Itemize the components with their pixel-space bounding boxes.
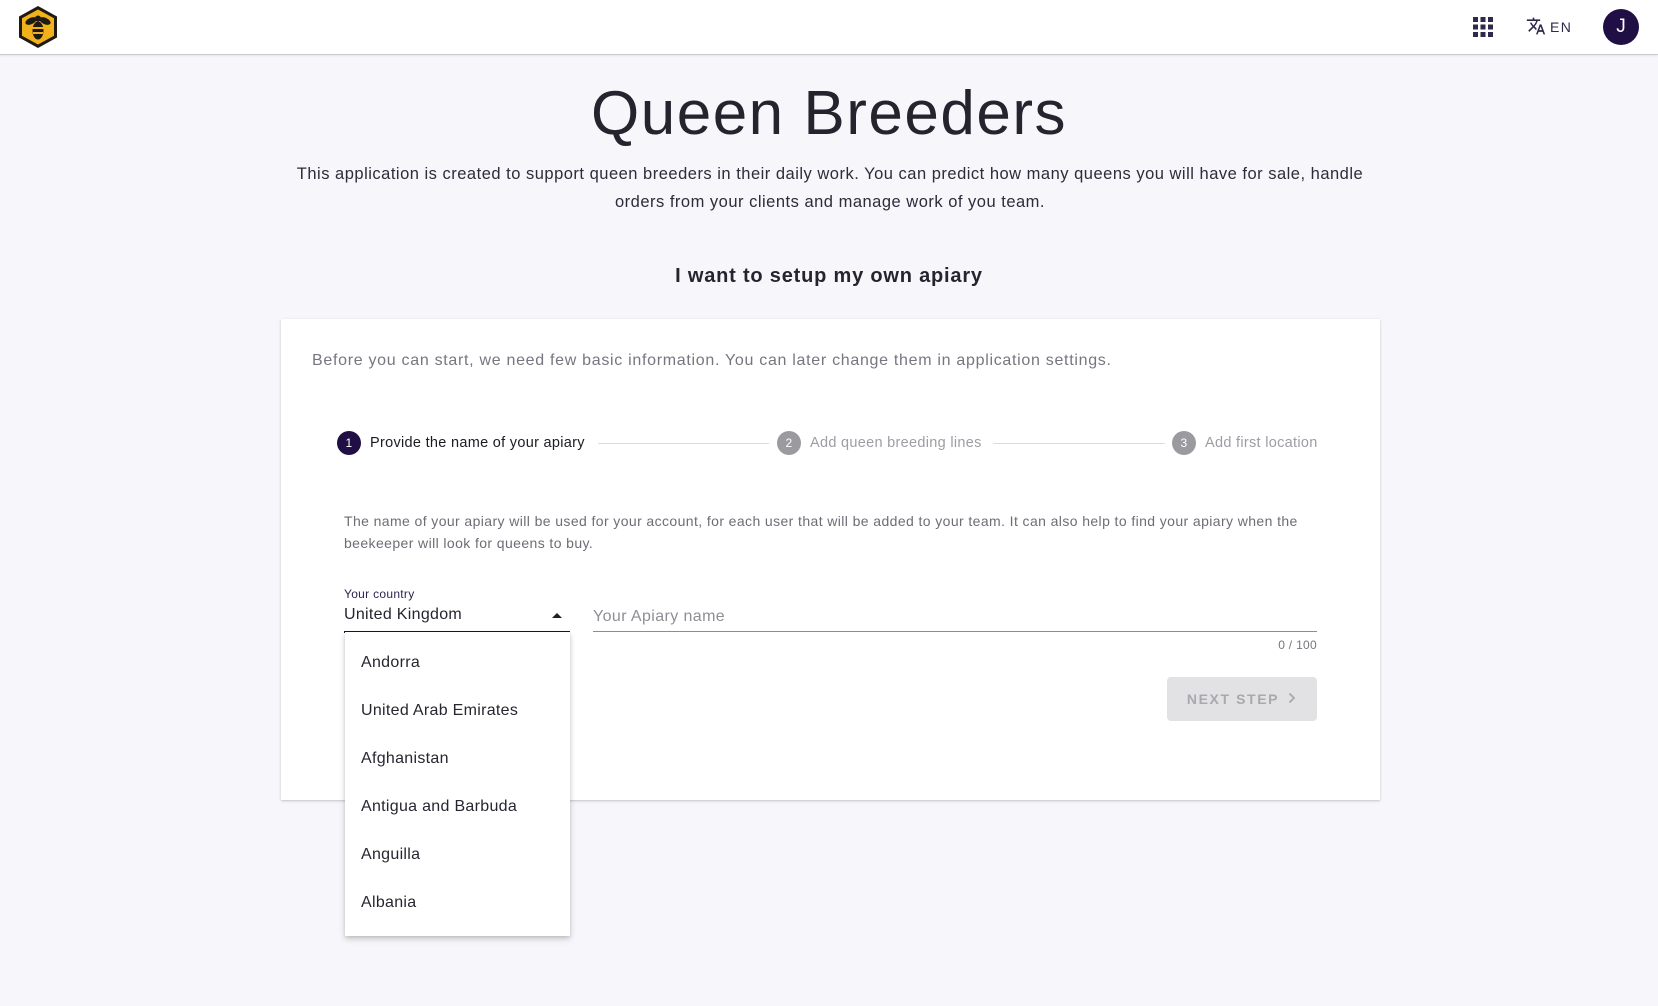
translate-icon: [1526, 16, 1546, 39]
user-avatar[interactable]: J: [1603, 9, 1639, 45]
country-selected-value: United Kingdom: [344, 606, 463, 623]
step-description: The name of your apiary will be used for…: [344, 513, 1298, 551]
step-2[interactable]: 2 Add queen breeding lines: [777, 431, 982, 455]
step-3-number: 3: [1172, 431, 1196, 455]
country-option[interactable]: Afghanistan: [345, 735, 570, 783]
step-1-number: 1: [337, 431, 361, 455]
country-label: Your country: [344, 587, 415, 601]
page-description: This application is created to support q…: [296, 165, 1364, 211]
step-connector: [598, 443, 769, 444]
caret-up-icon: [552, 613, 562, 618]
country-option[interactable]: Andorra: [345, 639, 570, 687]
country-dropdown-panel: Andorra United Arab Emirates Afghanistan…: [345, 632, 570, 936]
next-step-label: NEXT STEP: [1186, 691, 1280, 707]
country-option[interactable]: Anguilla: [345, 831, 570, 879]
apiary-name-input[interactable]: [593, 603, 1317, 632]
step-2-number: 2: [777, 431, 801, 455]
step-2-label: Add queen breeding lines: [810, 435, 982, 451]
language-code: EN: [1550, 19, 1573, 35]
country-option[interactable]: United Arab Emirates: [345, 687, 570, 735]
page-title: Queen Breeders: [591, 79, 1067, 148]
top-app-bar: EN J: [0, 0, 1658, 55]
country-select[interactable]: United Kingdom: [344, 603, 570, 633]
apiary-name-char-count: 0 / 100: [1278, 638, 1317, 652]
apps-grid-icon[interactable]: [1472, 16, 1494, 38]
bee-logo-icon[interactable]: [16, 4, 60, 50]
step-1[interactable]: 1 Provide the name of your apiary: [337, 431, 585, 455]
setup-heading: I want to setup my own apiary: [675, 265, 983, 287]
step-connector: [993, 443, 1165, 444]
country-option[interactable]: Antigua and Barbuda: [345, 783, 570, 831]
step-1-label: Provide the name of your apiary: [370, 435, 585, 451]
card-intro-text: Before you can start, we need few basic …: [312, 352, 1112, 369]
chevron-right-icon: [1287, 691, 1297, 707]
step-3[interactable]: 3 Add first location: [1172, 431, 1318, 455]
step-3-label: Add first location: [1205, 435, 1318, 451]
next-step-button[interactable]: NEXT STEP: [1167, 677, 1317, 721]
country-option[interactable]: Albania: [345, 879, 570, 927]
language-switcher[interactable]: EN: [1526, 14, 1572, 40]
